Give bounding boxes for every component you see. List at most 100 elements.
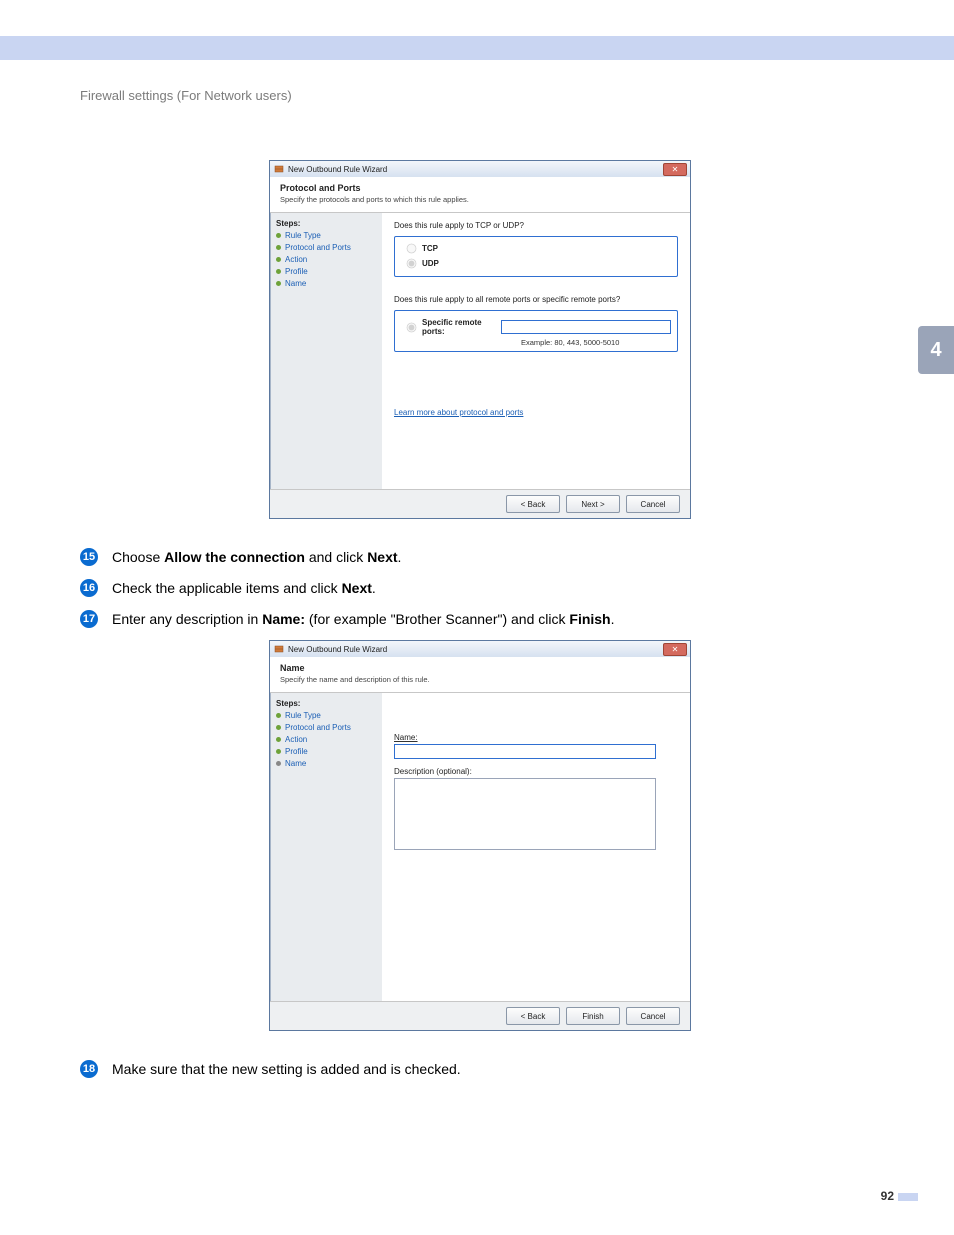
dialog-main-pane: Does this rule apply to TCP or UDP? TCP … <box>382 213 690 489</box>
dialog-footer: < Back Next > Cancel <box>270 489 690 518</box>
dialog-header: Protocol and Ports Specify the protocols… <box>270 177 690 213</box>
step-17-text: Enter any description in Name: (for exam… <box>112 609 615 630</box>
specific-ports-input[interactable] <box>501 320 671 334</box>
back-button[interactable]: < Back <box>506 1007 560 1025</box>
radio-specific-ports-label: Specific remote ports: <box>422 318 497 336</box>
wizard-dialog-protocol-ports: New Outbound Rule Wizard ✕ Protocol and … <box>269 160 691 519</box>
t: Name: <box>262 611 305 627</box>
dialog-titlebar: New Outbound Rule Wizard ✕ <box>270 641 690 657</box>
t: Allow the connection <box>164 549 305 565</box>
question-tcp-udp: Does this rule apply to TCP or UDP? <box>394 221 678 230</box>
chapter-tab: 4 <box>918 326 954 374</box>
step-bullet-17: 17 <box>80 610 98 628</box>
step-bullet-18: 18 <box>80 1060 98 1078</box>
header-band <box>0 36 954 60</box>
dialog-main-pane: Name: Description (optional): <box>382 693 690 1001</box>
radio-udp-input[interactable] <box>407 259 417 269</box>
learn-more-link[interactable]: Learn more about protocol and ports <box>394 408 523 417</box>
dialog-title-text: New Outbound Rule Wizard <box>288 645 387 654</box>
instruction-step-15: 15 Choose Allow the connection and click… <box>80 547 880 568</box>
step-rule-type[interactable]: Rule Type <box>276 231 376 240</box>
steps-sidebar: Steps: Rule Type Protocol and Ports Acti… <box>270 693 382 1001</box>
dialog-titlebar: New Outbound Rule Wizard ✕ <box>270 161 690 177</box>
steps-title: Steps: <box>276 219 376 228</box>
step-label: Rule Type <box>285 231 321 240</box>
dialog-footer: < Back Finish Cancel <box>270 1001 690 1030</box>
t: Check the applicable items and click <box>112 580 342 596</box>
step-dot-icon <box>276 761 281 766</box>
t: Next <box>367 549 397 565</box>
dialog-title-text: New Outbound Rule Wizard <box>288 165 387 174</box>
steps-title: Steps: <box>276 699 376 708</box>
step-name[interactable]: Name <box>276 759 376 768</box>
radio-udp[interactable]: UDP <box>401 257 671 270</box>
description-label: Description (optional): <box>394 767 678 776</box>
cancel-button[interactable]: Cancel <box>626 1007 680 1025</box>
t: (for example "Brother Scanner") and clic… <box>305 611 569 627</box>
radio-specific-ports[interactable]: Specific remote ports: <box>401 318 671 336</box>
instruction-step-16: 16 Check the applicable items and click … <box>80 578 880 599</box>
step-label: Action <box>285 255 307 264</box>
close-button[interactable]: ✕ <box>663 163 687 176</box>
radio-tcp[interactable]: TCP <box>401 242 671 255</box>
dialog-header-title: Protocol and Ports <box>280 183 680 193</box>
ports-example-text: Example: 80, 443, 5000-5010 <box>521 338 671 347</box>
step-16-text: Check the applicable items and click Nex… <box>112 578 376 599</box>
question-ports: Does this rule apply to all remote ports… <box>394 295 678 304</box>
dialog-header-subtitle: Specify the name and description of this… <box>280 675 680 684</box>
step-profile[interactable]: Profile <box>276 267 376 276</box>
t: Finish <box>569 611 610 627</box>
step-dot-icon <box>276 281 281 286</box>
firewall-icon <box>274 644 284 654</box>
step-label: Name <box>285 759 306 768</box>
dialog-header-subtitle: Specify the protocols and ports to which… <box>280 195 680 204</box>
steps-sidebar: Steps: Rule Type Protocol and Ports Acti… <box>270 213 382 489</box>
step-18-text: Make sure that the new setting is added … <box>112 1059 461 1080</box>
step-bullet-15: 15 <box>80 548 98 566</box>
t: . <box>372 580 376 596</box>
wizard-dialog-name: New Outbound Rule Wizard ✕ Name Specify … <box>269 640 691 1031</box>
step-bullet-16: 16 <box>80 579 98 597</box>
page-number-accent <box>898 1193 918 1201</box>
step-15-text: Choose Allow the connection and click Ne… <box>112 547 401 568</box>
step-dot-icon <box>276 233 281 238</box>
step-label: Profile <box>285 747 308 756</box>
step-profile[interactable]: Profile <box>276 747 376 756</box>
step-action[interactable]: Action <box>276 255 376 264</box>
description-textarea[interactable] <box>394 778 656 850</box>
t: and click <box>305 549 367 565</box>
next-button[interactable]: Next > <box>566 495 620 513</box>
finish-button[interactable]: Finish <box>566 1007 620 1025</box>
cancel-button[interactable]: Cancel <box>626 495 680 513</box>
close-icon: ✕ <box>672 646 679 654</box>
back-button[interactable]: < Back <box>506 495 560 513</box>
step-dot-icon <box>276 713 281 718</box>
step-label: Protocol and Ports <box>285 243 351 252</box>
ports-choice-frame: All remote ports Specific remote ports: … <box>394 310 678 352</box>
step-rule-type[interactable]: Rule Type <box>276 711 376 720</box>
name-input[interactable] <box>394 744 656 759</box>
instruction-step-17: 17 Enter any description in Name: (for e… <box>80 609 880 630</box>
radio-tcp-input[interactable] <box>407 244 417 254</box>
radio-tcp-label: TCP <box>422 244 438 253</box>
step-label: Protocol and Ports <box>285 723 351 732</box>
name-label: Name: <box>394 733 678 742</box>
step-dot-icon <box>276 269 281 274</box>
instruction-step-18: 18 Make sure that the new setting is add… <box>80 1059 880 1080</box>
step-dot-icon <box>276 257 281 262</box>
step-protocol-ports[interactable]: Protocol and Ports <box>276 723 376 732</box>
t: Enter any description in <box>112 611 262 627</box>
firewall-icon <box>274 164 284 174</box>
radio-udp-label: UDP <box>422 259 439 268</box>
document-page: Firewall settings (For Network users) 4 … <box>0 0 954 1235</box>
step-action[interactable]: Action <box>276 735 376 744</box>
step-name[interactable]: Name <box>276 279 376 288</box>
step-dot-icon <box>276 725 281 730</box>
header-title: Firewall settings (For Network users) <box>80 88 292 103</box>
radio-specific-ports-input[interactable] <box>407 322 417 332</box>
dialog-body: Steps: Rule Type Protocol and Ports Acti… <box>270 213 690 489</box>
close-button[interactable]: ✕ <box>663 643 687 656</box>
step-label: Rule Type <box>285 711 321 720</box>
step-protocol-ports[interactable]: Protocol and Ports <box>276 243 376 252</box>
step-label: Profile <box>285 267 308 276</box>
